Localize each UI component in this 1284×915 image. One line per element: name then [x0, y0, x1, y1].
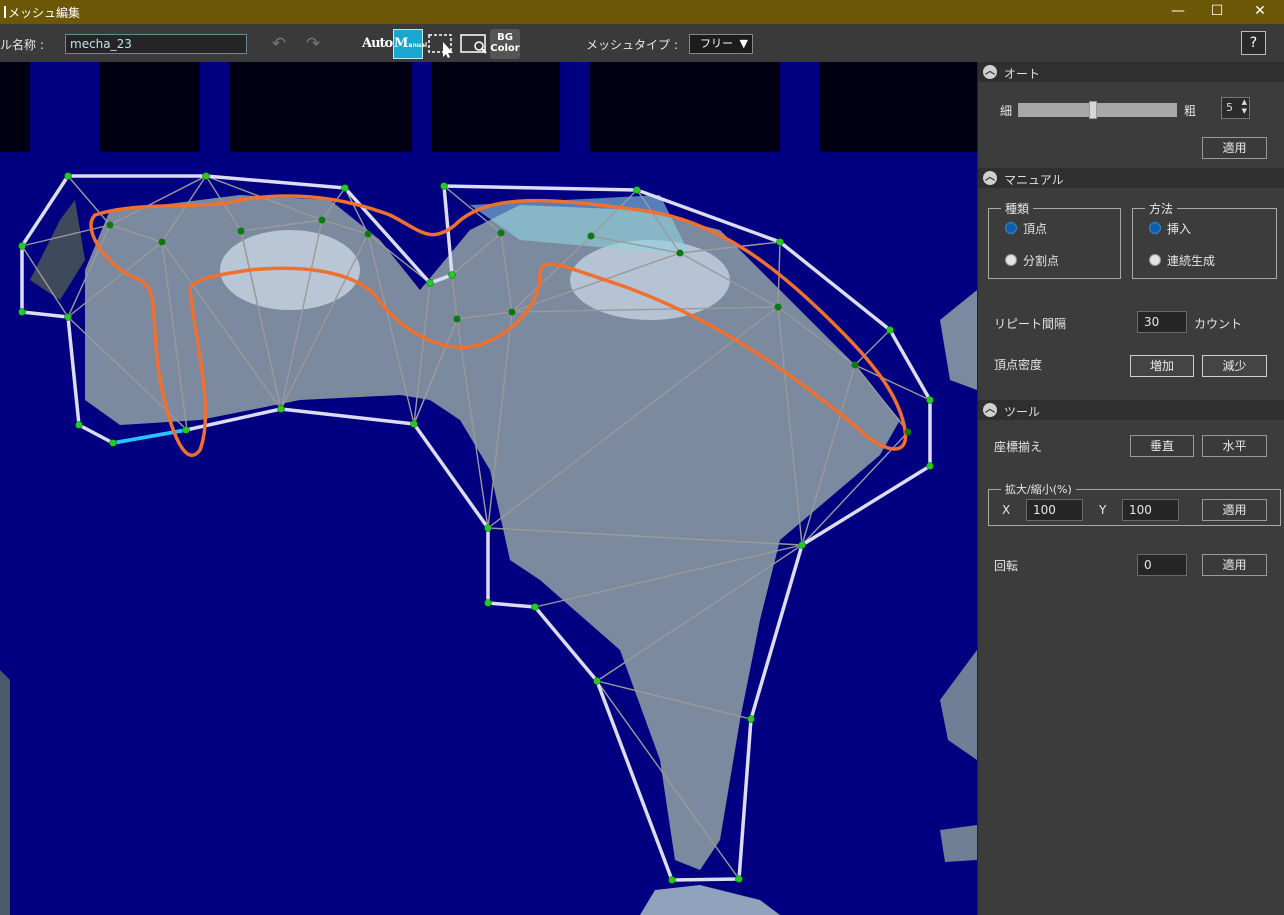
align-label: 座標揃え: [994, 440, 1043, 454]
stepper-arrows-icon[interactable]: ▲ ▼: [1242, 98, 1247, 116]
scale-x-label: X: [1002, 503, 1011, 517]
mesh-canvas[interactable]: [0, 62, 977, 915]
manual-mode-button[interactable]: Manual: [393, 29, 427, 59]
toolbar: ル名称 : ↶ ↷ Auto Manual BG Color メッシュタイプ :…: [0, 24, 1284, 62]
manual-mode-small-label: anual: [408, 42, 428, 49]
align-vertical-button[interactable]: 垂直: [1130, 435, 1194, 457]
method-insert-label: 挿入: [1167, 222, 1192, 236]
increase-density-button[interactable]: 増加: [1130, 355, 1194, 377]
method-continuous-radio[interactable]: [1149, 254, 1161, 266]
density-slider-thumb[interactable]: [1088, 101, 1097, 119]
level-stepper[interactable]: 5 ▲ ▼: [1221, 97, 1250, 119]
rotate-label: 回転: [994, 559, 1019, 573]
app-icon: [4, 6, 6, 18]
decrease-density-button[interactable]: 減少: [1202, 355, 1267, 377]
manual-section-header[interactable]: ︿ マニュアル: [978, 168, 1284, 188]
scale-group: 拡大/縮小(%) X Y 適用: [988, 481, 1281, 526]
method-legend: 方法: [1145, 200, 1178, 217]
coarse-label: 粗: [1184, 104, 1197, 118]
mesh-name-input[interactable]: [65, 34, 247, 54]
undo-icon[interactable]: ↶: [268, 35, 290, 53]
scale-y-label: Y: [1099, 503, 1107, 517]
vertex-density-label: 頂点密度: [994, 358, 1043, 372]
level-value: 5: [1226, 101, 1233, 114]
scale-x-input[interactable]: [1026, 499, 1083, 521]
bg-color-label-2: Color: [490, 43, 520, 54]
density-slider[interactable]: [1018, 103, 1177, 117]
kind-vertex-label: 頂点: [1023, 222, 1048, 236]
rotate-apply-button[interactable]: 適用: [1202, 554, 1267, 576]
repeat-unit-label: カウント: [1194, 317, 1243, 331]
kind-legend: 種類: [1001, 200, 1034, 217]
selection-tool-icon[interactable]: [427, 29, 457, 59]
mech-part-artwork: [30, 195, 900, 870]
mesh-type-label: メッシュタイプ :: [586, 38, 678, 52]
method-group: 方法 挿入 連続生成: [1132, 200, 1277, 279]
method-continuous-label: 連続生成: [1167, 254, 1216, 268]
auto-section-header[interactable]: ︿ オート: [978, 62, 1284, 82]
window-title: メッシュ編集: [4, 4, 80, 21]
kind-split-label: 分割点: [1023, 254, 1060, 268]
redo-icon[interactable]: ↷: [302, 35, 324, 53]
bg-color-button[interactable]: BG Color: [490, 29, 520, 59]
auto-mode-label: Auto: [362, 36, 393, 51]
manual-mode-label: M: [394, 36, 409, 51]
zoom-area-icon[interactable]: [459, 29, 489, 59]
kind-split-radio[interactable]: [1005, 254, 1017, 266]
window-title-text: メッシュ編集: [8, 6, 81, 20]
chevron-up-icon[interactable]: ︿: [983, 65, 997, 79]
help-button[interactable]: ?: [1241, 31, 1266, 55]
close-button[interactable]: ✕: [1240, 0, 1280, 22]
scale-legend: 拡大/縮小(%): [1001, 481, 1076, 497]
fine-label: 細: [1000, 104, 1013, 118]
repeat-interval-input[interactable]: [1137, 311, 1187, 333]
chevron-down-icon: ▼: [739, 37, 748, 50]
bg-color-label-1: BG: [497, 32, 513, 43]
manual-section-title: マニュアル: [1004, 173, 1064, 187]
mesh-type-select[interactable]: フリー ▼: [689, 34, 753, 54]
properties-panel: ︿ オート 細 粗 5 ▲ ▼ 適用 ︿ マニュアル 種類 頂点 分割点 方法 挿…: [977, 62, 1284, 915]
tool-section-title: ツール: [1004, 405, 1041, 419]
mesh-canvas-svg[interactable]: [0, 62, 977, 915]
maximize-button[interactable]: ☐: [1197, 0, 1237, 22]
repeat-interval-label: リピート間隔: [994, 317, 1067, 331]
minimize-button[interactable]: —: [1158, 0, 1198, 22]
tool-section-header[interactable]: ︿ ツール: [978, 400, 1284, 420]
rotate-input[interactable]: [1137, 554, 1187, 576]
method-insert-radio[interactable]: [1149, 222, 1161, 234]
auto-section-title: オート: [1004, 67, 1041, 81]
name-label: ル名称 :: [0, 38, 44, 52]
chevron-up-icon[interactable]: ︿: [983, 403, 997, 417]
auto-apply-button[interactable]: 適用: [1202, 137, 1267, 159]
mesh-type-value: フリー: [700, 37, 733, 50]
auto-mode-button[interactable]: Auto: [362, 29, 393, 59]
scale-apply-button[interactable]: 適用: [1202, 499, 1267, 521]
title-bar: メッシュ編集 — ☐ ✕: [0, 0, 1284, 24]
kind-group: 種類 頂点 分割点: [988, 200, 1121, 279]
align-horizontal-button[interactable]: 水平: [1202, 435, 1267, 457]
kind-vertex-radio[interactable]: [1005, 222, 1017, 234]
scale-y-input[interactable]: [1122, 499, 1179, 521]
chevron-up-icon[interactable]: ︿: [983, 171, 997, 185]
